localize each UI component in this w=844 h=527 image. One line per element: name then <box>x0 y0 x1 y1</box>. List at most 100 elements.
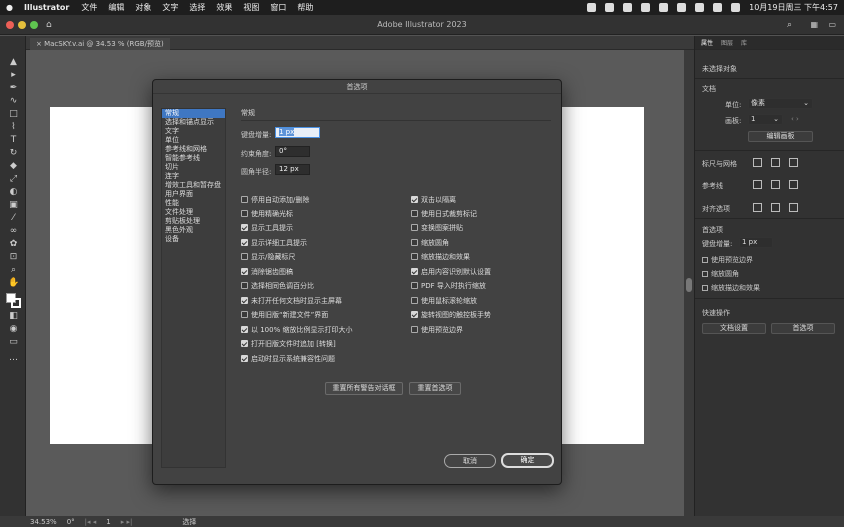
lock-guides-icon[interactable] <box>771 180 780 189</box>
control-center-icon[interactable] <box>731 3 741 12</box>
units-select[interactable]: 像素 ⌄ <box>748 98 813 109</box>
eraser-tool-icon[interactable]: ◆ <box>8 162 19 171</box>
apple-icon[interactable]: ● <box>6 3 13 12</box>
status-app-icon[interactable] <box>587 3 597 12</box>
ok-button[interactable]: 确定 <box>501 453 554 468</box>
scale-corners-checkbox[interactable]: 缩放圆角 <box>702 269 739 279</box>
stroke-swatch[interactable] <box>11 298 21 308</box>
zoom-level[interactable]: 34.53% <box>30 518 57 526</box>
eyedropper-tool-icon[interactable]: ⁄ <box>8 214 19 223</box>
artboard-select[interactable]: 1 ⌄ <box>748 114 783 125</box>
constrain-angle-input[interactable]: 0° <box>275 146 310 157</box>
category-plugins-scratch[interactable]: 增效工具和暂存盘 <box>162 181 225 190</box>
category-black-appearance[interactable]: 黑色外观 <box>162 226 225 235</box>
workspace-switcher-icon[interactable]: ▦ <box>810 20 818 29</box>
menu-type[interactable]: 文字 <box>162 2 178 13</box>
checkbox-content-aware-defaults[interactable]: 启用内容识别默认设置 <box>411 267 491 277</box>
menu-app[interactable]: Illustrator <box>24 3 69 12</box>
checkbox-pdf-import-scale[interactable]: PDF 导入时执行缩放 <box>411 281 486 291</box>
wifi-icon[interactable] <box>695 3 705 12</box>
checkbox-legacy-new-file[interactable]: 使用旧版“新建文件”界面 <box>241 310 328 320</box>
curvature-tool-icon[interactable]: ∿ <box>8 97 19 106</box>
battery-icon[interactable] <box>677 3 687 12</box>
color-mode-icon[interactable]: ◧ <box>8 312 19 321</box>
artboard-tool-icon[interactable]: ⊡ <box>8 253 19 262</box>
rotation-angle[interactable]: 0° <box>67 518 75 526</box>
category-selection-anchor-display[interactable]: 选择和锚点显示 <box>162 118 225 127</box>
corner-radius-input[interactable]: 12 px <box>275 164 310 175</box>
menu-select[interactable]: 选择 <box>189 2 205 13</box>
scale-strokes-checkbox[interactable]: 缩放描边和效果 <box>702 283 760 293</box>
reset-preferences-button[interactable]: 重置首选项 <box>409 382 461 395</box>
pen-tool-icon[interactable]: ✒ <box>8 84 19 93</box>
blend-tool-icon[interactable]: ∞ <box>8 227 19 236</box>
snap-to-pixel-icon[interactable] <box>771 203 780 212</box>
menu-effect[interactable]: 效果 <box>216 2 232 13</box>
transparency-grid-icon[interactable] <box>789 158 798 167</box>
screen-mode-icon[interactable]: ▭ <box>8 338 19 347</box>
category-hyphenation[interactable]: 连字 <box>162 172 225 181</box>
rotate-tool-icon[interactable]: ↻ <box>8 149 19 158</box>
edit-artboard-button[interactable]: 编辑画板 <box>748 131 813 142</box>
tab-layers[interactable]: 图层 <box>721 38 733 47</box>
preferences-button[interactable]: 首选项 <box>771 323 835 334</box>
hand-tool-icon[interactable]: ✋ <box>8 279 19 288</box>
use-preview-bounds-checkbox[interactable]: 使用预览边界 <box>702 255 753 265</box>
keyboard-increment-field[interactable]: 1 px <box>739 237 773 248</box>
checkbox-append-converted[interactable]: 打开旧版文件时追加 [转换] <box>241 339 336 349</box>
menu-view[interactable]: 视图 <box>243 2 259 13</box>
artboard-number[interactable]: 1 <box>106 518 110 526</box>
checkbox-show-tooltips[interactable]: 显示工具提示 <box>241 223 293 233</box>
checkbox-precise-cursors[interactable]: 使用精确光标 <box>241 209 293 219</box>
scrollbar-thumb[interactable] <box>686 278 692 292</box>
reset-warnings-button[interactable]: 重置所有警告对话框 <box>325 382 403 395</box>
symbol-sprayer-tool-icon[interactable]: ✿ <box>8 240 19 249</box>
menubar-clock[interactable]: 10月19日周三 下午4:57 <box>749 2 838 13</box>
draw-mode-icon[interactable]: ◉ <box>8 325 19 334</box>
direct-selection-tool-icon[interactable]: ▸ <box>8 71 19 80</box>
category-units[interactable]: 单位 <box>162 136 225 145</box>
checkbox-disable-auto-add-delete[interactable]: 停用自动添加/删除 <box>241 195 309 205</box>
snap-to-point-icon[interactable] <box>753 203 762 212</box>
document-tab[interactable]: × MacSKY.v.ai @ 34.53 % (RGB/预览) <box>30 38 170 50</box>
search-icon[interactable]: ⌕ <box>787 20 792 30</box>
artboard-nav-first-icon[interactable]: |◂ ◂ <box>85 518 97 526</box>
checkbox-select-same-tint[interactable]: 选择相同色调百分比 <box>241 281 314 291</box>
checkbox-japanese-crop-marks[interactable]: 使用日式裁剪标记 <box>411 209 477 219</box>
category-file-handling[interactable]: 文件处理 <box>162 208 225 217</box>
document-setup-button[interactable]: 文档设置 <box>702 323 766 334</box>
grid-icon[interactable] <box>771 158 780 167</box>
snap-to-glyph-icon[interactable] <box>789 203 798 212</box>
category-clipboard[interactable]: 剪贴板处理 <box>162 217 225 226</box>
more-tools-icon[interactable]: … <box>8 354 19 363</box>
category-performance[interactable]: 性能 <box>162 199 225 208</box>
scale-tool-icon[interactable]: ⤢ <box>8 175 19 184</box>
menu-edit[interactable]: 编辑 <box>108 2 124 13</box>
tab-properties[interactable]: 属性 <box>701 38 713 47</box>
checkbox-anti-aliased-artwork[interactable]: 消除锯齿图稿 <box>241 267 293 277</box>
category-slices[interactable]: 切片 <box>162 163 225 172</box>
rectangle-tool-icon[interactable]: □ <box>8 110 19 119</box>
zoom-tool-icon[interactable]: ⌕ <box>8 266 19 275</box>
panel-toggle-icon[interactable]: ▭ <box>828 20 836 29</box>
artboard-nav-icon[interactable]: ‹ › <box>791 115 799 123</box>
paintbrush-tool-icon[interactable]: ⌇ <box>8 123 19 132</box>
vertical-scrollbar[interactable] <box>684 50 694 516</box>
checkbox-show-hide-rulers[interactable]: 显示/隐藏标尺 <box>241 252 295 262</box>
category-guides-grid[interactable]: 参考线和网格 <box>162 145 225 154</box>
category-devices[interactable]: 设备 <box>162 235 225 244</box>
status-app-icon[interactable] <box>659 3 669 12</box>
checkbox-scale-strokes-effects[interactable]: 缩放描边和效果 <box>411 252 470 262</box>
status-app-icon[interactable] <box>623 3 633 12</box>
tab-libraries[interactable]: 库 <box>741 38 747 47</box>
category-general[interactable]: 常规 <box>162 109 225 118</box>
category-user-interface[interactable]: 用户界面 <box>162 190 225 199</box>
menu-object[interactable]: 对象 <box>135 2 151 13</box>
ruler-icon[interactable] <box>753 158 762 167</box>
checkbox-show-home-screen[interactable]: 未打开任何文档时显示主屏幕 <box>241 296 342 306</box>
checkbox-use-preview-bounds[interactable]: 使用预览边界 <box>411 325 463 335</box>
cancel-button[interactable]: 取消 <box>444 454 496 468</box>
menu-help[interactable]: 帮助 <box>297 2 313 13</box>
checkbox-scroll-wheel-zoom[interactable]: 使用鼠标滚轮缩放 <box>411 296 477 306</box>
show-guides-icon[interactable] <box>753 180 762 189</box>
